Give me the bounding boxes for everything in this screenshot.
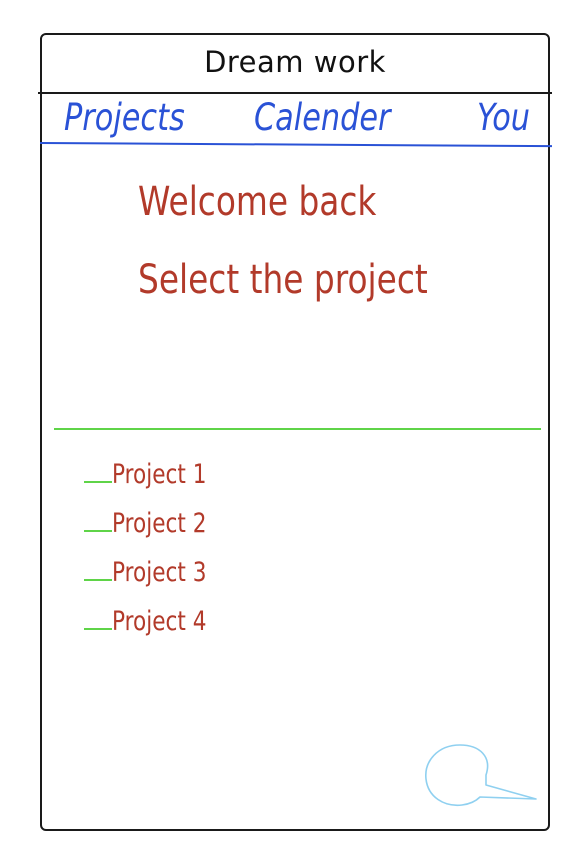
project-list: Project 1 Project 2 Project 3 Project 4: [82, 459, 382, 655]
project-label: Project 4: [112, 606, 207, 637]
project-label: Project 3: [112, 557, 207, 588]
chat-bubble-icon-svg: [425, 744, 537, 806]
chat-bubble-icon[interactable]: [420, 741, 540, 811]
list-dash-icon: [84, 530, 112, 532]
welcome-heading: Welcome back: [138, 179, 377, 225]
nav-you-tab[interactable]: You: [477, 96, 530, 139]
nav-projects-tab[interactable]: Projects: [64, 96, 185, 139]
phone-frame: Dream work Projects Calender You Welcome…: [38, 33, 552, 831]
project-list-item[interactable]: Project 4: [82, 606, 382, 655]
section-divider: [54, 428, 541, 430]
list-dash-icon: [84, 481, 112, 483]
project-list-item[interactable]: Project 1: [82, 459, 382, 508]
project-label: Project 2: [112, 508, 207, 539]
app-title: Dream work: [204, 45, 386, 79]
list-dash-icon: [84, 628, 112, 630]
select-project-prompt: Select the project: [138, 257, 428, 303]
list-dash-icon: [84, 579, 112, 581]
nav-bar: Projects Calender You: [42, 94, 548, 146]
project-label: Project 1: [112, 459, 207, 490]
project-list-item[interactable]: Project 2: [82, 508, 382, 557]
nav-calender-tab[interactable]: Calender: [254, 96, 391, 139]
project-list-item[interactable]: Project 3: [82, 557, 382, 606]
